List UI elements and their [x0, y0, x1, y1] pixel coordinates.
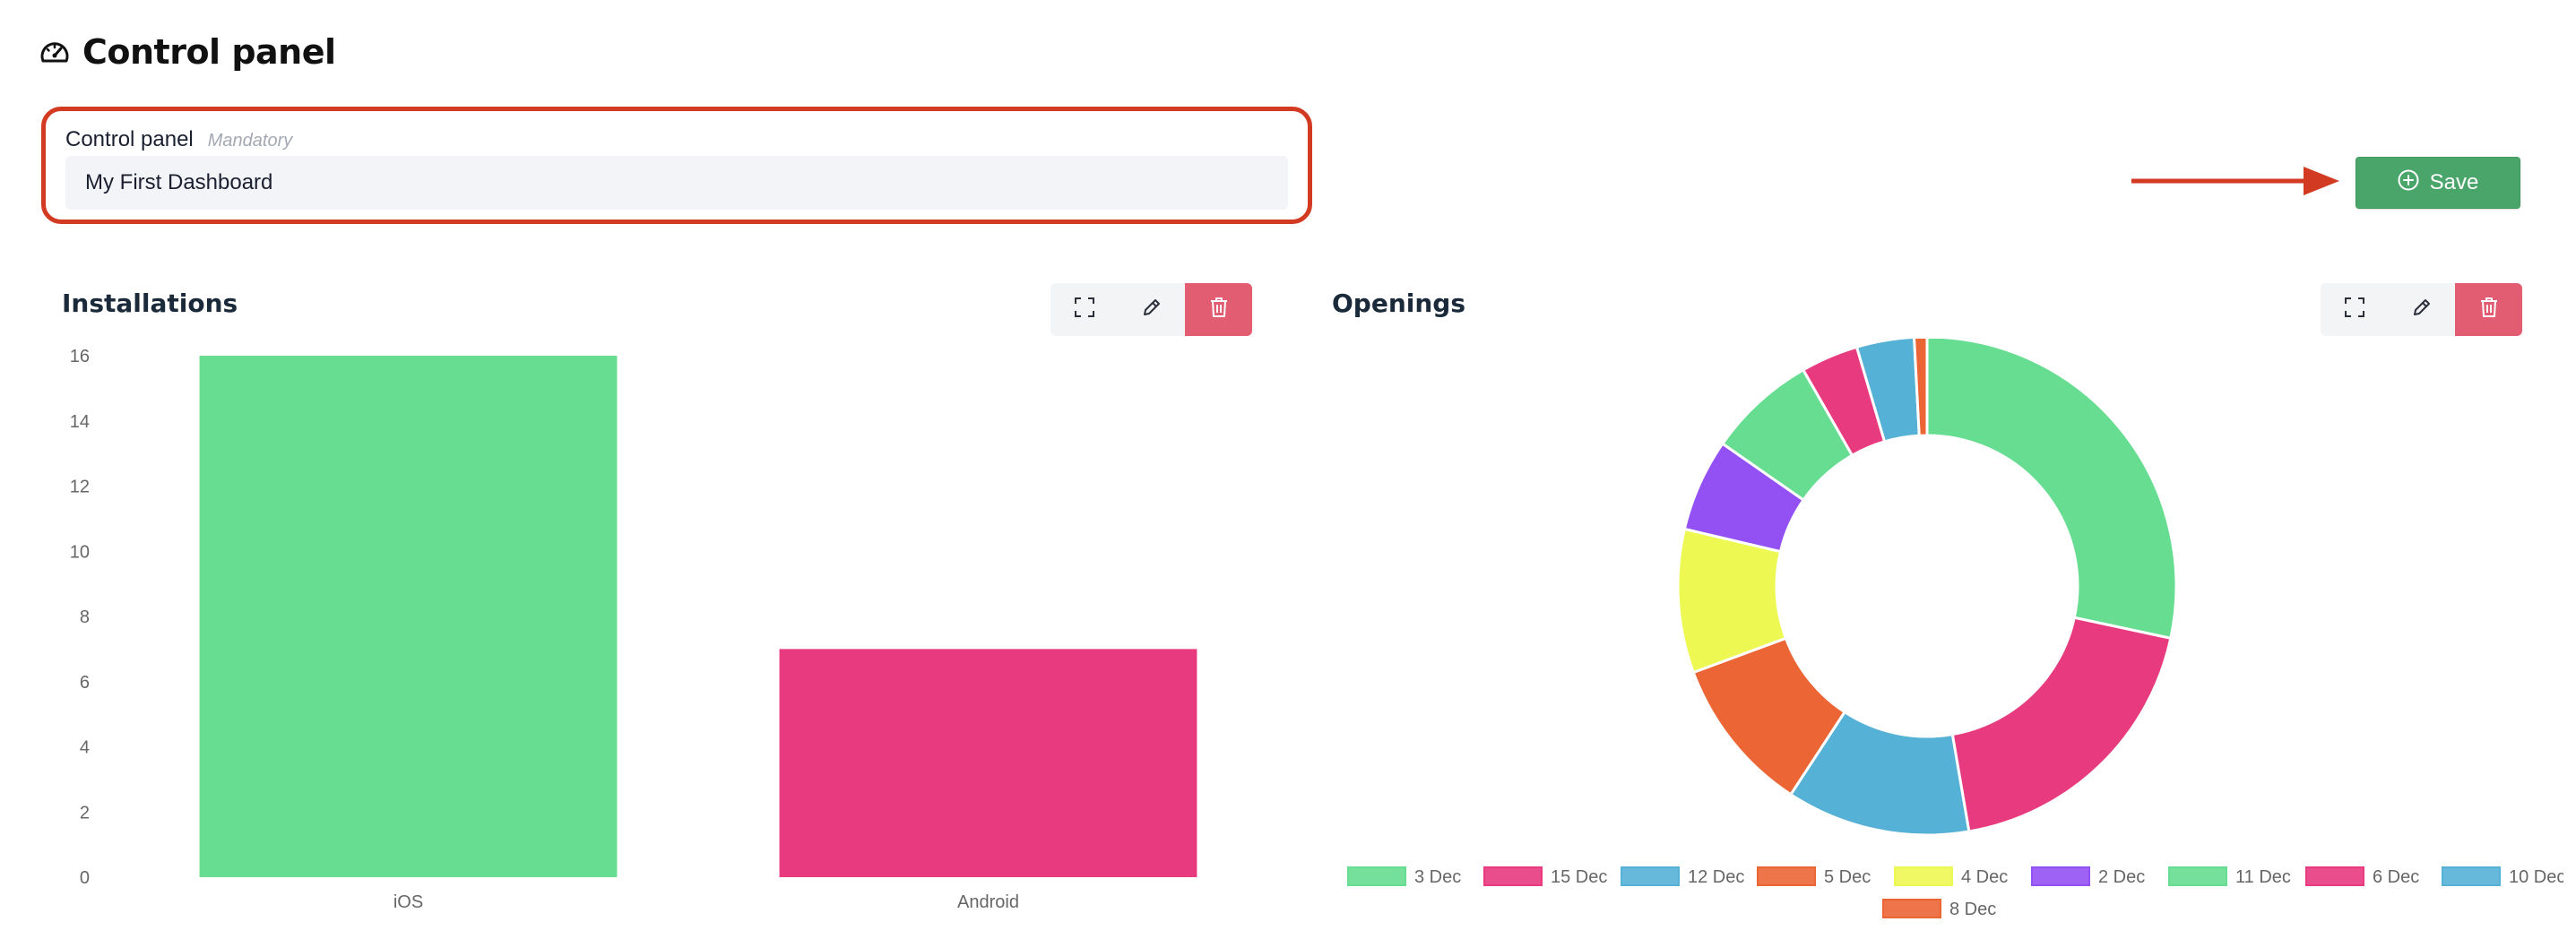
legend-label: 6 Dec [2373, 867, 2419, 887]
installations-bar-chart: 0 2 4 6 8 10 12 14 16 iOS Android [70, 347, 1197, 912]
y-tick-label: 4 [80, 738, 90, 758]
legend-swatch [1882, 899, 1941, 918]
bar-android[interactable] [779, 649, 1197, 877]
expand-button[interactable] [1050, 283, 1118, 336]
legend-swatch [2442, 866, 2501, 886]
legend-label: 8 Dec [1949, 900, 1996, 919]
legend-item[interactable]: 6 Dec [2305, 866, 2419, 887]
legend-swatch [1757, 866, 1816, 886]
plus-circle-icon [2398, 169, 2419, 197]
legend-swatch [2305, 866, 2364, 886]
x-tick-label: iOS [393, 892, 423, 912]
openings-widget-title: Openings [1332, 289, 1466, 318]
trash-icon [2479, 297, 2499, 323]
legend-item[interactable]: 4 Dec [1894, 866, 2008, 887]
dashboard-name-label: Control panel [65, 127, 194, 151]
legend-label: 4 Dec [1961, 867, 2008, 887]
legend-label: 3 Dec [1414, 867, 1461, 887]
bar-ios[interactable] [199, 356, 618, 877]
legend-item[interactable]: 12 Dec [1621, 866, 1744, 887]
legend-label: 5 Dec [1824, 867, 1871, 887]
page-header: Control panel [39, 32, 336, 72]
y-tick-label: 12 [70, 478, 90, 497]
expand-icon [1074, 297, 1095, 323]
legend-item[interactable]: 2 Dec [2031, 866, 2145, 887]
legend-item[interactable]: 5 Dec [1757, 866, 1871, 887]
page-title: Control panel [82, 32, 336, 72]
y-tick-label: 8 [80, 607, 90, 627]
edit-button[interactable] [2388, 283, 2455, 336]
dashboard-name-section: Control panel Mandatory [41, 107, 1312, 224]
legend-swatch [1347, 866, 1406, 886]
legend-item[interactable]: 15 Dec [1483, 866, 1607, 887]
openings-donut-chart: 3 Dec 15 Dec 12 Dec 5 Dec 4 Dec 2 Dec 11 Dec 6 … [1347, 339, 2563, 919]
x-tick-label: Android [957, 892, 1019, 912]
legend-swatch [2031, 866, 2090, 886]
installations-toolbar [1050, 283, 1252, 336]
save-button-label: Save [2429, 170, 2479, 194]
legend-label: 12 Dec [1688, 867, 1744, 887]
trash-icon [1209, 297, 1229, 323]
y-tick-label: 16 [70, 347, 90, 366]
delete-button[interactable] [2455, 283, 2522, 336]
slice-15-dec[interactable] [1950, 616, 2173, 833]
pencil-icon [1141, 297, 1163, 323]
expand-button[interactable] [2321, 283, 2388, 336]
legend-item[interactable]: 8 Dec [1882, 899, 1996, 919]
pencil-icon [2411, 297, 2433, 323]
y-tick-label: 6 [80, 673, 90, 693]
openings-toolbar [2321, 283, 2522, 336]
gauge-icon [39, 39, 70, 65]
save-button[interactable]: Save [2356, 157, 2520, 209]
field-label-row: Control panel Mandatory [65, 127, 292, 152]
dashboard-name-input[interactable] [65, 156, 1288, 210]
legend-label: 15 Dec [1551, 867, 1607, 887]
y-tick-label: 14 [70, 412, 90, 432]
y-tick-label: 0 [80, 868, 90, 888]
delete-button[interactable] [1185, 283, 1252, 336]
legend-item[interactable]: 3 Dec [1347, 866, 1461, 887]
installations-widget-title: Installations [62, 289, 238, 318]
legend-label: 2 Dec [2098, 867, 2145, 887]
expand-icon [2344, 297, 2365, 323]
legend-label: 11 Dec [2235, 867, 2291, 887]
legend-item[interactable]: 11 Dec [2168, 866, 2291, 887]
legend-swatch [1894, 866, 1953, 886]
mandatory-hint: Mandatory [207, 131, 293, 151]
y-tick-label: 10 [70, 542, 90, 562]
legend-swatch [2168, 866, 2227, 886]
annotation-arrow [2131, 167, 2339, 195]
legend-item[interactable]: 10 Dec [2442, 866, 2563, 887]
legend-swatch [1621, 866, 1680, 886]
legend-label: 10 Dec [2509, 867, 2563, 887]
edit-button[interactable] [1118, 283, 1185, 336]
y-tick-label: 2 [80, 803, 90, 823]
slice-3-dec[interactable] [1925, 339, 2178, 641]
legend-swatch [1483, 866, 1543, 886]
